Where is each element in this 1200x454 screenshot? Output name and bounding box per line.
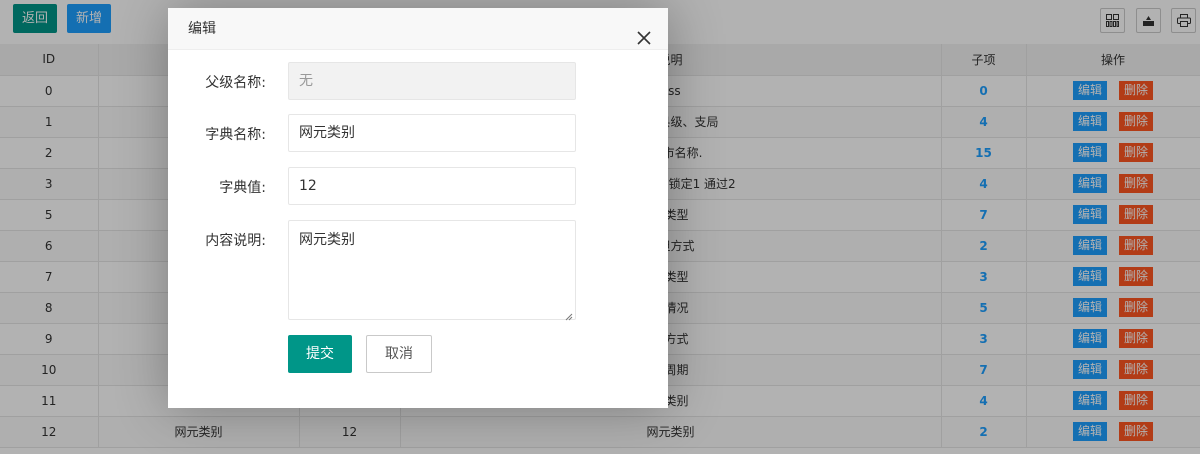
parent-name-field: 无: [288, 62, 576, 100]
close-icon[interactable]: [636, 21, 652, 45]
dialog-title: 编辑: [188, 21, 216, 37]
desc-text: 网元类别: [299, 232, 355, 248]
dict-name-label: 字典名称:: [205, 127, 266, 143]
dict-value-field[interactable]: 12: [288, 167, 576, 205]
dict-value-label: 字典值:: [219, 180, 266, 196]
desc-label: 内容说明:: [205, 233, 266, 249]
cancel-button[interactable]: 取消: [366, 335, 432, 373]
parent-name-label: 父级名称:: [205, 75, 266, 91]
desc-textarea[interactable]: 网元类别: [288, 220, 576, 321]
resize-handle-icon[interactable]: [565, 309, 573, 321]
dict-name-field[interactable]: 网元类别: [288, 114, 576, 152]
submit-button[interactable]: 提交: [288, 335, 352, 373]
edit-dialog: 编辑 父级名称: 无 字典名称: 网元类别 字典值: 12 内容说明: 网元类别…: [168, 8, 668, 408]
dialog-header: 编辑: [168, 8, 668, 50]
